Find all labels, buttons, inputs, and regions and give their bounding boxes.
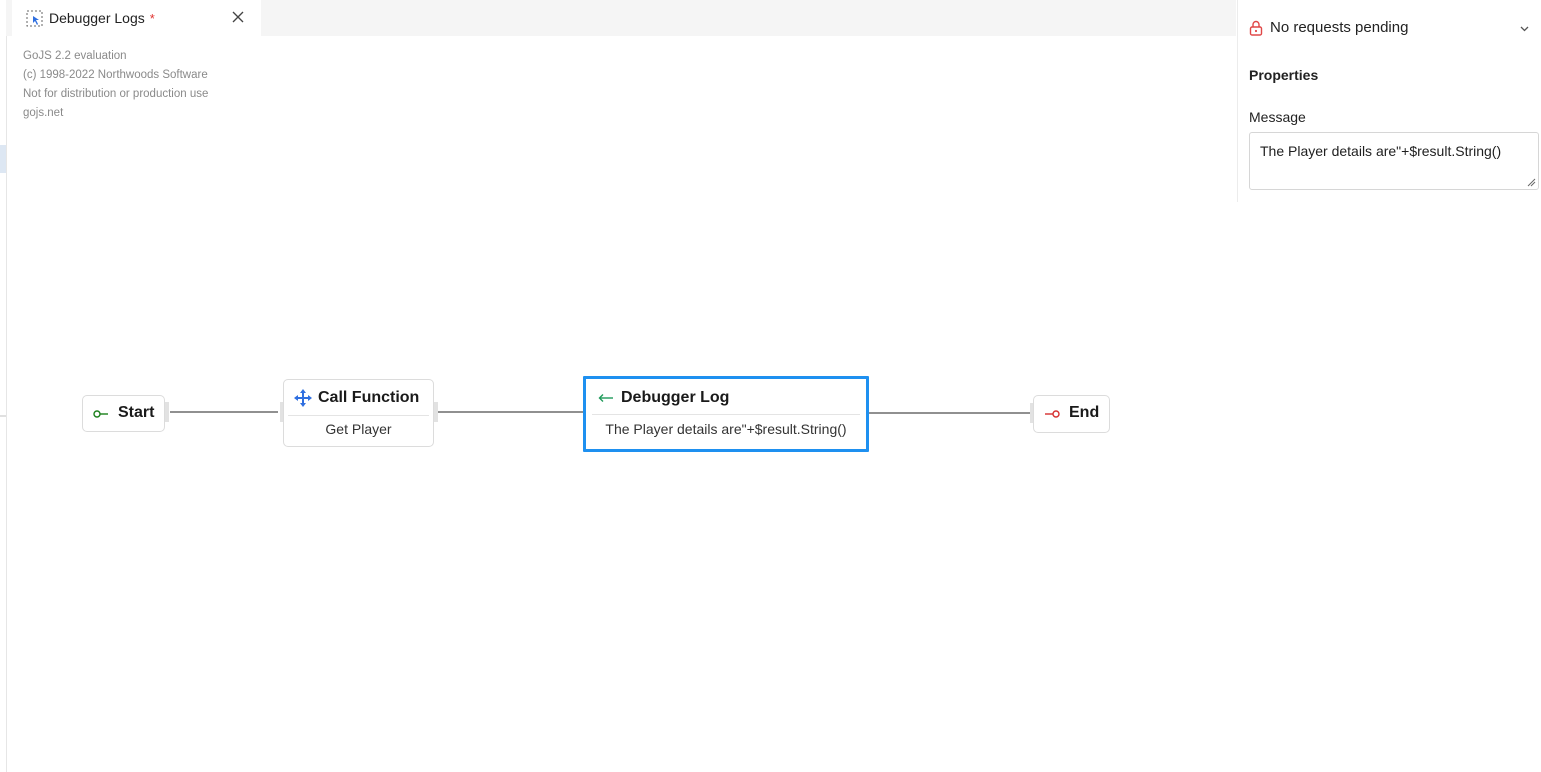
resize-grip-icon[interactable] — [1527, 178, 1536, 187]
start-output-port[interactable] — [165, 402, 169, 422]
call-output-port[interactable] — [434, 402, 438, 422]
message-textarea[interactable]: The Player details are"+$result.String() — [1249, 132, 1539, 190]
node-debugger-log[interactable]: Debugger Log The Player details are"+$re… — [583, 376, 869, 452]
node-start-label: Start — [118, 404, 155, 421]
gojs-watermark: GoJS 2.2 evaluation (c) 1998-2022 Northw… — [23, 47, 208, 123]
close-icon[interactable] — [231, 10, 245, 24]
chevron-down-icon[interactable] — [1519, 23, 1530, 34]
node-call-function[interactable]: Call Function Get Player — [283, 379, 434, 447]
node-debugger-log-subtitle: The Player details are"+$result.String() — [605, 421, 847, 437]
node-start[interactable]: Start — [82, 395, 165, 432]
watermark-line: GoJS 2.2 evaluation — [23, 50, 127, 62]
message-value: The Player details are"+$result.String() — [1260, 143, 1502, 159]
node-call-function-subtitle: Get Player — [325, 421, 392, 437]
unsaved-indicator: * — [149, 10, 155, 26]
lock-icon — [1249, 20, 1263, 36]
properties-heading: Properties — [1249, 67, 1319, 83]
tab-title: Debugger Logs — [49, 10, 145, 26]
watermark-line: Not for distribution or production use — [23, 88, 209, 100]
tab-strip: Debugger Logs * — [6, 0, 1236, 36]
tab-debugger-logs[interactable]: Debugger Logs * — [12, 0, 261, 36]
watermark-line: gojs.net — [23, 107, 64, 119]
node-call-function-title: Call Function — [318, 389, 420, 406]
node-end-label: End — [1069, 404, 1100, 421]
node-end[interactable]: End — [1033, 395, 1110, 433]
end-icon — [1045, 410, 1060, 418]
call-function-icon — [294, 389, 312, 407]
node-divider — [288, 415, 429, 416]
node-divider — [592, 414, 860, 415]
app-window: Start Call Function Get Player Debugger … — [0, 0, 1541, 772]
debugger-log-icon — [598, 394, 613, 402]
message-label: Message — [1249, 109, 1306, 125]
watermark-line: (c) 1998-2022 Northwoods Software — [23, 69, 208, 81]
flow-editor-icon — [26, 10, 43, 26]
properties-panel: No requests pending Properties Message T… — [1237, 0, 1541, 202]
requests-status: No requests pending — [1270, 19, 1409, 36]
node-debugger-log-title: Debugger Log — [621, 389, 730, 406]
start-icon — [93, 410, 108, 418]
requests-dropdown[interactable]: No requests pending — [1238, 0, 1541, 56]
